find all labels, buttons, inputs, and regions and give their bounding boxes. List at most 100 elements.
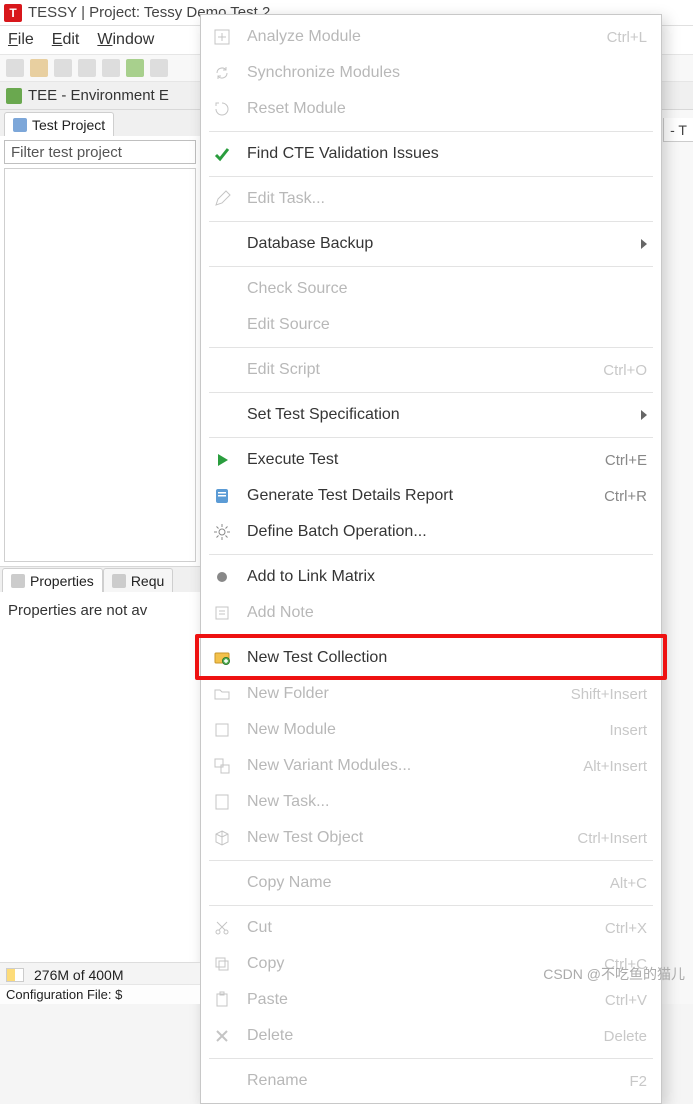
toolbar-icon[interactable]: [102, 59, 120, 77]
menu-window[interactable]: Window: [97, 31, 154, 49]
menu-item-label: Copy: [247, 955, 594, 973]
menu-separator: [209, 392, 653, 393]
menu-file[interactable]: FFileile: [8, 31, 34, 49]
play-icon: [211, 449, 233, 471]
menu-item-label: Cut: [247, 919, 595, 937]
menu-item-shortcut: Ctrl+Insert: [577, 830, 647, 847]
collection-icon: [211, 647, 233, 669]
properties-icon: [11, 574, 25, 588]
menu-separator: [209, 221, 653, 222]
menu-item-edit-script: Edit ScriptCtrl+O: [201, 352, 661, 388]
folder-icon: [211, 683, 233, 705]
chevron-right-icon: [641, 410, 647, 420]
toolbar-icon[interactable]: [126, 59, 144, 77]
config-label: Configuration File: $: [6, 987, 122, 1002]
watermark: CSDN @不吃鱼的猫儿: [543, 964, 685, 984]
menu-item-label: New Module: [247, 721, 599, 739]
menu-item-label: New Folder: [247, 685, 561, 703]
menu-edit[interactable]: Edit: [52, 31, 80, 49]
blank-icon: [211, 278, 233, 300]
check-icon: [211, 143, 233, 165]
status-bar: 276M of 400M: [0, 962, 200, 986]
menu-item-label: Delete: [247, 1027, 594, 1045]
menu-item-copy-name: Copy NameAlt+C: [201, 865, 661, 901]
menu-separator: [209, 554, 653, 555]
menu-item-new-folder: New FolderShift+Insert: [201, 676, 661, 712]
toolbar-icon[interactable]: [78, 59, 96, 77]
menu-separator: [209, 635, 653, 636]
toolbar-icon[interactable]: [6, 59, 24, 77]
reset-icon: [211, 98, 233, 120]
menu-item-execute-test[interactable]: Execute TestCtrl+E: [201, 442, 661, 478]
menu-item-label: Database Backup: [247, 235, 641, 253]
mid-tab-strip: Properties Requ: [0, 566, 200, 592]
menu-item-label: Set Test Specification: [247, 406, 641, 424]
menu-item-label: Synchronize Modules: [247, 64, 647, 82]
menu-item-shortcut: Ctrl+X: [605, 920, 647, 937]
sync-icon: [211, 62, 233, 84]
menu-item-cut: Cut Ctrl+X: [201, 910, 661, 946]
menu-separator: [209, 347, 653, 348]
menu-item-label: Add to Link Matrix: [247, 568, 647, 586]
menu-item-shortcut: Delete: [604, 1028, 647, 1045]
menu-item-label: Execute Test: [247, 451, 595, 469]
properties-panel: Properties are not av: [0, 592, 200, 1004]
menu-separator: [209, 905, 653, 906]
blank-icon: [211, 314, 233, 336]
menu-item-rename: Rename F2: [201, 1063, 661, 1099]
menu-item-new-module: New ModuleInsert: [201, 712, 661, 748]
properties-message: Properties are not av: [8, 602, 147, 619]
toolbar-icon[interactable]: [150, 59, 168, 77]
copy-icon: [211, 953, 233, 975]
menu-item-define-batch-operation[interactable]: Define Batch Operation...: [201, 514, 661, 550]
menu-item-set-test-specification[interactable]: Set Test Specification: [201, 397, 661, 433]
menu-item-synchronize-modules: Synchronize Modules: [201, 55, 661, 91]
menu-item-label: New Task...: [247, 793, 647, 811]
menu-item-label: New Test Collection: [247, 649, 647, 667]
menu-item-label: Define Batch Operation...: [247, 523, 647, 541]
toolbar-icon[interactable]: [30, 59, 48, 77]
tab-properties[interactable]: Properties: [2, 568, 103, 592]
tab-label: Properties: [30, 573, 94, 589]
blank-icon: [211, 359, 233, 381]
menu-item-new-test-collection[interactable]: New Test Collection: [201, 640, 661, 676]
menu-item-add-to-link-matrix[interactable]: Add to Link Matrix: [201, 559, 661, 595]
menu-item-database-backup[interactable]: Database Backup: [201, 226, 661, 262]
menu-separator: [209, 1058, 653, 1059]
view-header-label: TEE - Environment E: [28, 87, 169, 104]
test-project-icon: [13, 118, 27, 132]
filter-input[interactable]: Filter test project: [4, 140, 196, 164]
menu-item-reset-module: Reset Module: [201, 91, 661, 127]
blank-icon: [211, 233, 233, 255]
tab-label: Test Project: [32, 117, 105, 133]
delete-icon: [211, 1025, 233, 1047]
context-menu: Analyze ModuleCtrl+LSynchronize ModulesR…: [200, 14, 662, 1104]
menu-item-label: New Variant Modules...: [247, 757, 573, 775]
view-header-icon: [6, 88, 22, 104]
report-blue-icon: [211, 485, 233, 507]
variant-icon: [211, 755, 233, 777]
menu-item-label: Edit Script: [247, 361, 593, 379]
menu-item-paste: PasteCtrl+V: [201, 982, 661, 1018]
menu-item-label: Rename: [247, 1072, 619, 1090]
menu-item-find-cte-validation-issues[interactable]: Find CTE Validation Issues: [201, 136, 661, 172]
menu-item-new-task: New Task...: [201, 784, 661, 820]
tab-requirements[interactable]: Requ: [103, 568, 173, 592]
toolbar-icon[interactable]: [54, 59, 72, 77]
blank-icon: [211, 404, 233, 426]
menu-separator: [209, 131, 653, 132]
menu-item-generate-test-details-report[interactable]: Generate Test Details ReportCtrl+R: [201, 478, 661, 514]
right-tab-fragment[interactable]: - T: [663, 118, 693, 142]
menu-separator: [209, 860, 653, 861]
menu-separator: [209, 266, 653, 267]
menu-item-check-source: Check Source: [201, 271, 661, 307]
menu-item-label: Paste: [247, 991, 595, 1009]
tab-label: Requ: [131, 573, 164, 589]
menu-item-label: Reset Module: [247, 100, 647, 118]
menu-item-new-test-object: New Test ObjectCtrl+Insert: [201, 820, 661, 856]
test-project-tree[interactable]: [4, 168, 196, 562]
memory-text: 276M of 400M: [34, 967, 124, 983]
menu-item-shortcut: F2: [629, 1073, 647, 1090]
menu-item-label: Find CTE Validation Issues: [247, 145, 647, 163]
tab-test-project[interactable]: Test Project: [4, 112, 114, 136]
